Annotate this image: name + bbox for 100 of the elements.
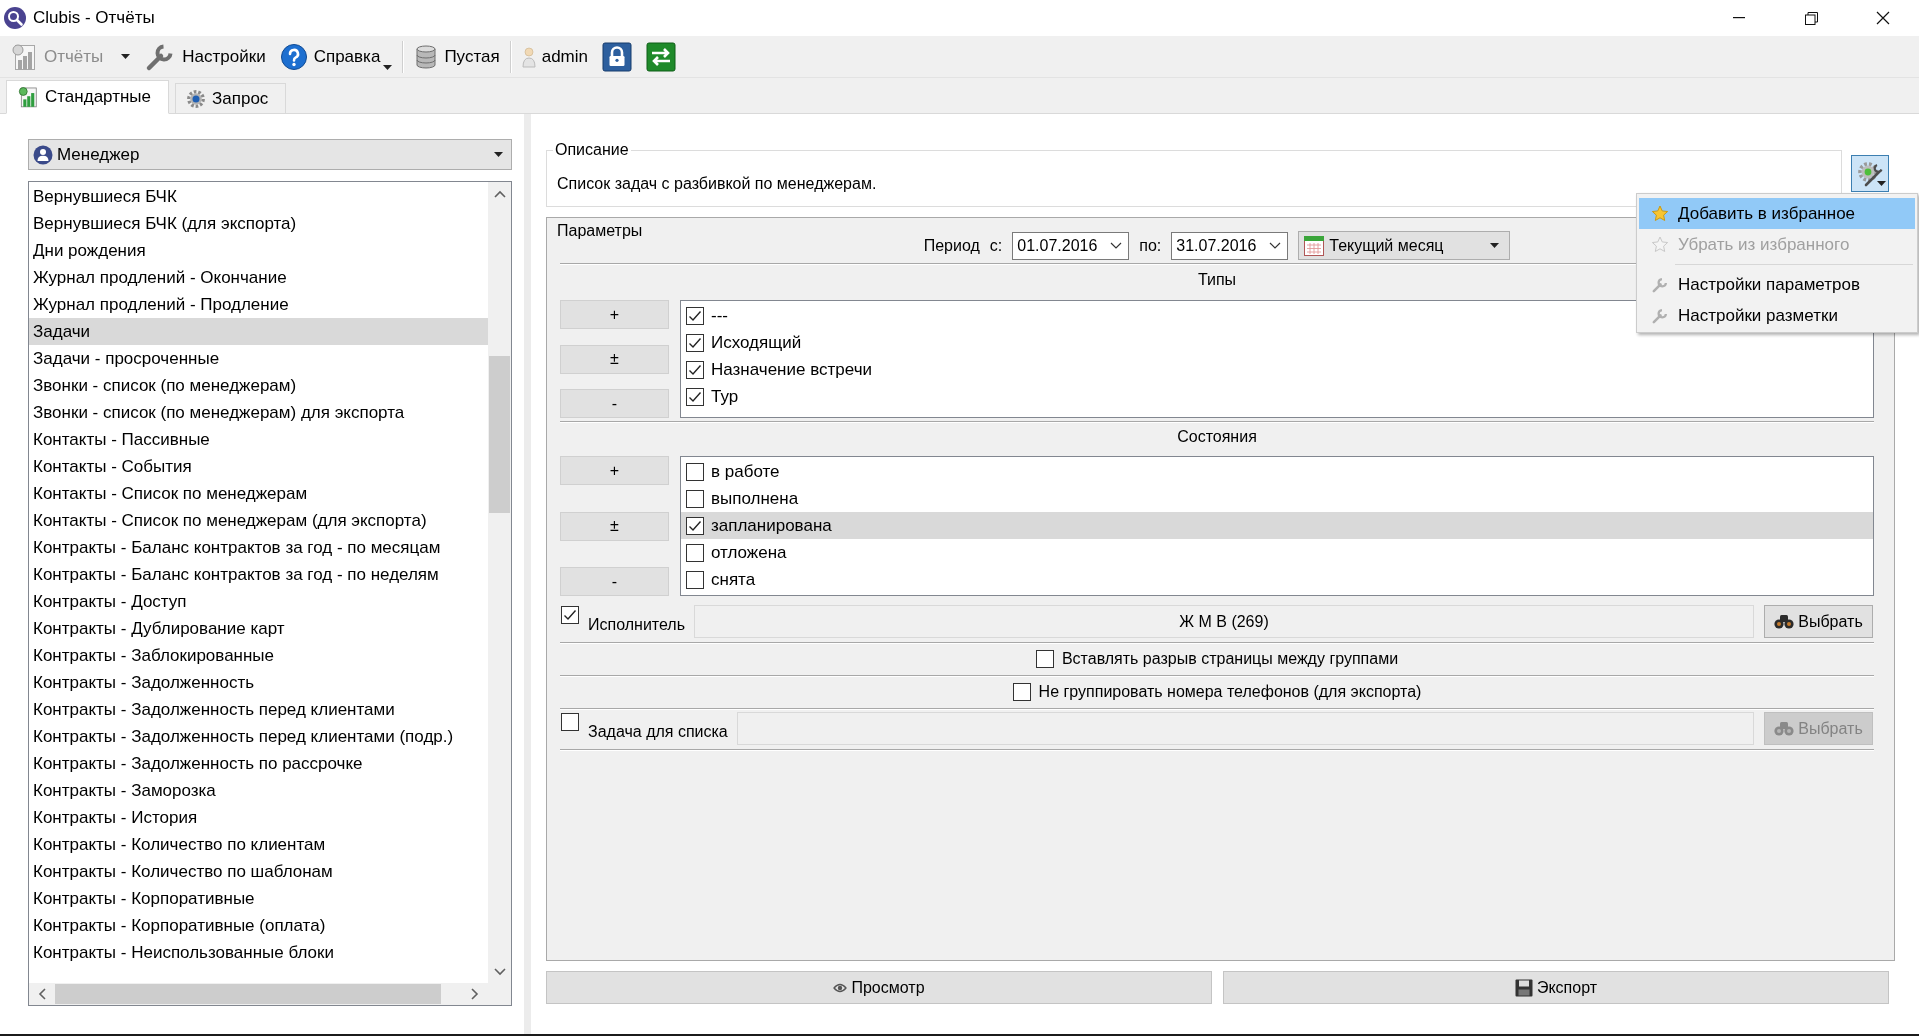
menu-item[interactable]: Настройки параметров [1639, 269, 1915, 300]
checklist-item[interactable]: запланирована [681, 512, 1873, 539]
toolbar-button[interactable]: Справка [275, 38, 397, 75]
list-button[interactable]: ± [560, 344, 669, 374]
caret-down-icon [121, 54, 131, 59]
vertical-scrollbar[interactable] [488, 182, 511, 983]
report-item[interactable]: Журнал продлений - Продление [29, 291, 488, 318]
magnifier-icon [3, 6, 27, 30]
star-icon [1651, 235, 1669, 254]
report-item[interactable]: Контакты - Список по менеджерам (для экспорта) [29, 507, 488, 534]
checkbox[interactable] [686, 387, 704, 406]
database-icon [414, 43, 439, 70]
report-item[interactable]: Задачи - просроченные [29, 345, 488, 372]
select-button[interactable]: Выбрать [1764, 605, 1873, 638]
checkbox[interactable] [686, 489, 704, 508]
window-title: Clubis - Отчёты [33, 8, 155, 28]
list-button[interactable]: ± [560, 511, 669, 541]
field-label: Задача для списка [588, 723, 728, 741]
help-icon [279, 42, 308, 71]
report-item[interactable]: Контракты - Заморозка [29, 777, 488, 804]
checkbox[interactable] [686, 543, 704, 562]
checkbox[interactable] [686, 462, 704, 481]
report-item[interactable]: Контракты - Задолженность перед клиентами [29, 696, 488, 723]
report-item[interactable]: Контракты - Количество по клиентам [29, 831, 488, 858]
report-item[interactable]: Контракты - Корпоративные (оплата) [29, 912, 488, 939]
tab[interactable]: Стандартные [6, 80, 170, 114]
period-label: Период [923, 236, 980, 255]
gear-icon [186, 88, 207, 109]
report-item[interactable]: Контракты - Задолженность по рассрочке [29, 750, 488, 777]
gear-wrench-icon [1856, 161, 1883, 187]
report-item[interactable]: Контракты - Неиспользованные блоки [29, 939, 488, 966]
report-item[interactable]: Контакты - Список по менеджерам [29, 480, 488, 507]
group-dropdown[interactable]: Менеджер [28, 139, 512, 170]
checkbox[interactable] [561, 606, 579, 624]
date-field[interactable]: 31.07.2016 [1171, 231, 1289, 260]
chevron-down-icon [493, 967, 506, 976]
report-item[interactable]: Контакты - Пассивные [29, 426, 488, 453]
report-item[interactable]: Контакты - События [29, 453, 488, 480]
checkbox[interactable] [686, 306, 704, 325]
checklist-item[interactable]: снята [681, 566, 1873, 593]
checkbox[interactable] [686, 516, 704, 535]
report-item[interactable]: Звонки - список (по менеджерам) для экспорта [29, 399, 488, 426]
toolbar-button[interactable]: admin [517, 38, 592, 75]
list-button[interactable]: - [560, 567, 669, 596]
list-button[interactable]: - [560, 389, 669, 418]
period-dropdown[interactable]: Текущий месяц [1298, 231, 1511, 260]
checkbox[interactable] [686, 360, 704, 379]
calendar-icon [1303, 234, 1326, 257]
padlock-icon [602, 41, 632, 72]
report-item[interactable]: Контракты - Количество по шаблонам [29, 858, 488, 885]
report-item[interactable]: Контракты - Баланс контрактов за год - по неделям [29, 561, 488, 588]
checkbox[interactable] [1012, 683, 1031, 701]
list-button[interactable]: + [560, 300, 669, 329]
report-item[interactable]: Задачи [29, 318, 488, 345]
report-item[interactable]: Контракты - Доступ [29, 588, 488, 615]
value-field[interactable]: Ж М В (269) [694, 605, 1754, 638]
checklist-item[interactable]: Исходящий [681, 329, 1873, 356]
caret-down-icon [383, 64, 393, 70]
date-field[interactable]: 01.07.2016 [1012, 231, 1130, 260]
exchange-arrows-icon [646, 41, 676, 72]
scroll-thumb[interactable] [55, 984, 441, 1004]
caret-down-icon [494, 152, 503, 157]
minimize-icon [1733, 17, 1745, 19]
checkbox[interactable] [1035, 650, 1054, 668]
caret-down-icon [1490, 243, 1500, 248]
report-item[interactable]: Контракты - Заблокированные [29, 642, 488, 669]
report-item[interactable]: Дни рождения [29, 237, 488, 264]
report-item[interactable]: Вернувшиеся БЧК [29, 183, 488, 210]
tab[interactable]: Запрос [175, 83, 287, 114]
toolbar-button[interactable]: Настройки [140, 38, 270, 75]
report-item[interactable]: Контракты - Дублирование карт [29, 615, 488, 642]
toolbar-button[interactable]: Пустая [410, 38, 504, 75]
action-button[interactable]: Просмотр [546, 971, 1212, 1004]
horizontal-scrollbar[interactable] [29, 983, 488, 1005]
chevron-up-icon [493, 189, 506, 198]
menu-item[interactable]: Добавить в избранное [1639, 198, 1915, 229]
report-item[interactable]: Звонки - список (по менеджерам) [29, 372, 488, 399]
report-item[interactable]: Вернувшиеся БЧК (для экспорта) [29, 210, 488, 237]
menu-item[interactable]: Настройки разметки [1639, 300, 1915, 331]
report-item[interactable]: Контракты - История [29, 804, 488, 831]
checklist-item[interactable]: отложена [681, 539, 1873, 566]
report-item[interactable]: Контракты - Задолженность перед клиентами (подр.) [29, 723, 488, 750]
report-item[interactable]: Журнал продлений - Окончание [29, 264, 488, 291]
checkbox[interactable] [686, 333, 704, 352]
report-item[interactable]: Контракты - Задолженность [29, 669, 488, 696]
checklist-item[interactable]: Назначение встречи [681, 356, 1873, 383]
report-item[interactable]: Контракты - Баланс контрактов за год - по месяцам [29, 534, 488, 561]
checklist-item[interactable]: Тур [681, 383, 1873, 410]
checklist-item[interactable]: в работе [681, 458, 1873, 485]
checkbox[interactable] [686, 570, 704, 589]
field-label: с: [989, 236, 1003, 255]
list-button[interactable]: + [560, 456, 669, 485]
scroll-thumb[interactable] [489, 356, 510, 513]
settings-menu-button[interactable] [1851, 155, 1889, 192]
action-button[interactable]: Экспорт [1223, 971, 1889, 1004]
checklist-item[interactable]: выполнена [681, 485, 1873, 512]
eye-icon [833, 981, 848, 994]
caret-down-icon [1876, 181, 1886, 186]
wrench-icon [1651, 306, 1669, 325]
report-item[interactable]: Контракты - Корпоративные [29, 885, 488, 912]
